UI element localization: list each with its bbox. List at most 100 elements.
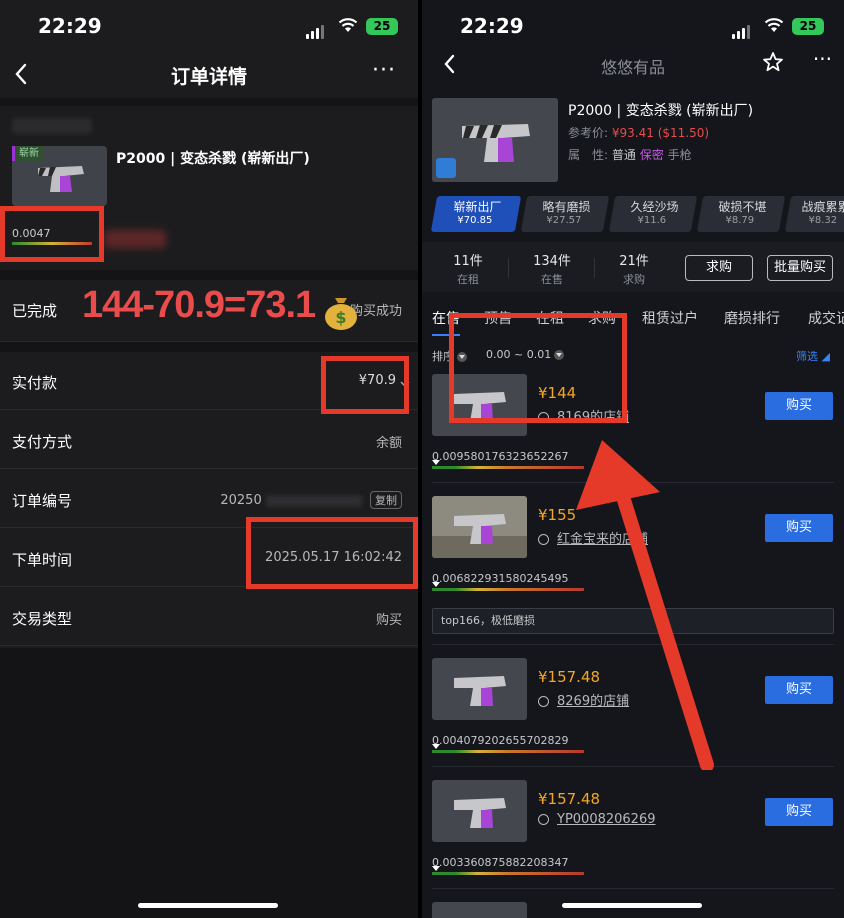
order-number: 20250 (220, 493, 262, 508)
page-title: 订单详情 (170, 66, 247, 88)
wear-tab-well-worn[interactable]: 破损不堪 ¥8.79 (696, 196, 786, 232)
stat-label: 求购 (623, 273, 645, 286)
order-detail-screen: 22:29 25 订单详情 ··· 崭新 P2000 | 变态杀戮 (崭新出厂)… (0, 0, 418, 918)
wear-tab-price: ¥11.6 (637, 215, 667, 226)
wear-tag: 崭新 (12, 146, 43, 161)
wear-tab-price: ¥8.79 (725, 215, 755, 226)
stat-divider (594, 258, 595, 278)
market-screen: 22:29 25 悠悠有品 ··· P2000 | 变态杀戮 (崭新出厂) 参考… (422, 0, 844, 918)
status-time: 22:29 (460, 14, 524, 38)
list-divider (432, 888, 834, 889)
stat-divider (508, 258, 509, 278)
blurred-order-number (265, 494, 362, 507)
stat-rent[interactable]: 11件在租 (448, 250, 488, 287)
wifi-icon (338, 17, 358, 37)
shop-icon (538, 534, 549, 545)
buy-button[interactable]: 购买 (765, 676, 833, 704)
shop-icon (538, 814, 549, 825)
buy-button[interactable]: 购买 (765, 798, 833, 826)
wifi-icon (764, 17, 784, 37)
item-image (432, 98, 558, 182)
battery-icon: 25 (792, 18, 824, 35)
listing-price: ¥157.48 (538, 790, 601, 808)
wear-tab-name: 战痕累累 (801, 200, 844, 214)
star-icon[interactable] (762, 51, 784, 77)
wear-tab-battle-scarred[interactable]: 战痕累累 ¥8.32 (784, 196, 844, 232)
row-value: 20250 复制 (220, 491, 402, 509)
item-title: P2000 | 变态杀戮 (崭新出厂) (116, 151, 310, 167)
item-title: P2000 | 变态杀戮 (崭新出厂) (568, 103, 754, 119)
ref-label: 参考价: (568, 126, 609, 140)
row-value: 购买 (375, 613, 402, 628)
item-attributes: 属 性: 普通 保密 手枪 (568, 146, 692, 163)
home-indicator (138, 903, 278, 908)
tab-trade-records[interactable]: 成交记录 (808, 308, 844, 328)
stat-on-sale[interactable]: 134件在售 (528, 250, 576, 287)
attr-quality: 普通 (611, 148, 636, 162)
attr-label: 属 性: (568, 148, 609, 162)
attr-rarity: 保密 (639, 148, 664, 162)
svg-text:$: $ (335, 308, 346, 327)
buy-button[interactable]: 购买 (765, 514, 833, 542)
shop-icon (538, 696, 549, 707)
stat-count: 134件 (533, 254, 571, 269)
nav-bar: 悠悠有品 ··· (422, 44, 844, 84)
copy-button[interactable]: 复制 (370, 491, 402, 509)
stat-label: 在租 (457, 273, 479, 286)
row-key: 支付方式 (12, 433, 73, 451)
tab-wear-ranking[interactable]: 磨损排行 (724, 308, 780, 328)
buy-button[interactable]: 购买 (765, 392, 833, 420)
listing-image (432, 780, 527, 842)
wear-tab-name: 久经沙场 (630, 200, 679, 214)
filter-button[interactable]: 筛选 ◢ (796, 348, 830, 364)
stat-label: 在售 (541, 273, 563, 286)
annotation-calculation: 144-70.9=73.1 (82, 284, 316, 326)
highlight-box-listing (449, 313, 627, 423)
listing-image (432, 496, 527, 558)
row-key: 订单编号 (12, 492, 73, 510)
signal-icon (732, 20, 752, 39)
reference-price: 参考价: ¥93.41 ($11.50) (568, 124, 709, 141)
row-trade-type: 交易类型 购买 (0, 588, 418, 646)
section-separator (0, 270, 418, 280)
row-payment-method: 支付方式 余额 (0, 411, 418, 469)
ref-price-usd: ($11.50) (657, 126, 710, 140)
wear-tab-name: 破损不堪 (718, 200, 767, 214)
row-key: 下单时间 (12, 551, 73, 569)
attr-type: 手枪 (667, 148, 692, 162)
wear-value: 0.003360875882208347 (432, 856, 569, 869)
wear-tab-price: ¥27.57 (546, 215, 582, 226)
listing-image (432, 658, 527, 720)
row-key: 实付款 (12, 374, 58, 392)
wear-value: 0.006822931580245495 (432, 572, 569, 585)
state-label: 已完成 (12, 302, 58, 320)
wear-tab-name: 崭新出厂 (453, 200, 502, 214)
batch-buy-button[interactable]: 批量购买 (767, 255, 833, 281)
wear-bar (432, 866, 584, 875)
wear-value: 0.004079202655702829 (432, 734, 569, 747)
row-key: 交易类型 (12, 610, 73, 628)
filter-label: 筛选 (796, 350, 819, 363)
home-indicator (562, 903, 702, 908)
highlight-box-time (246, 517, 418, 589)
section-separator (0, 98, 418, 106)
tab-rental-transfer[interactable]: 租赁过户 (642, 308, 698, 328)
stat-count: 21件 (619, 254, 649, 269)
empty-area (0, 648, 418, 918)
wear-tab-price: ¥70.85 (457, 215, 493, 226)
wear-tab-minimal-wear[interactable]: 略有磨损 ¥27.57 (520, 196, 610, 232)
wear-tab-factory-new[interactable]: 崭新出厂 ¥70.85 (430, 196, 522, 232)
wear-tab-field-tested[interactable]: 久经沙场 ¥11.6 (608, 196, 698, 232)
ref-price: ¥93.41 (611, 126, 654, 140)
cube-icon (436, 158, 456, 178)
battery-icon: 25 (366, 18, 398, 35)
stat-wanted[interactable]: 21件求购 (614, 250, 654, 287)
want-to-buy-button[interactable]: 求购 (685, 255, 753, 281)
wear-tab-price: ¥8.32 (808, 215, 838, 226)
status-time: 22:29 (38, 14, 102, 38)
more-menu-icon[interactable]: ··· (372, 58, 396, 83)
more-menu-icon[interactable]: ··· (813, 47, 832, 71)
stat-count: 11件 (453, 254, 483, 269)
listing-shop[interactable]: YP0008206269 (538, 812, 656, 827)
listing-image-partial (432, 902, 527, 918)
